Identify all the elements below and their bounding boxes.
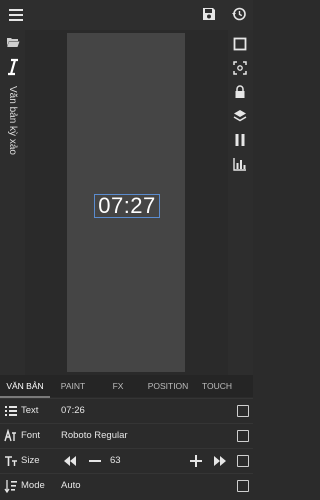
layer-title[interactable]: Văn bản kỳ xảo (3, 86, 21, 206)
fast-rewind-icon[interactable] (63, 455, 77, 467)
folder-open-icon[interactable] (6, 36, 20, 48)
layers-icon[interactable] (233, 109, 247, 123)
font-label: Font (21, 430, 41, 441)
text-italic-icon[interactable] (6, 58, 20, 76)
square-outline-icon[interactable] (233, 37, 247, 51)
focus-frame-icon[interactable] (233, 61, 247, 75)
top-toolbar (0, 0, 253, 30)
font-checkbox[interactable] (237, 430, 249, 442)
minus-icon[interactable] (88, 455, 102, 467)
property-row-font[interactable]: Font Roboto Regular (0, 423, 253, 448)
history-icon[interactable] (231, 6, 247, 22)
font-icon (4, 429, 16, 442)
tab-position[interactable]: POSITION (140, 375, 196, 397)
mode-checkbox[interactable] (237, 480, 249, 492)
tab-fx[interactable]: FX (96, 375, 140, 397)
left-rail: Văn bản kỳ xảo (0, 30, 25, 375)
preview-stage[interactable]: 07:27 (67, 33, 185, 372)
size-label: Size (21, 455, 40, 466)
size-checkbox[interactable] (237, 455, 249, 467)
fast-forward-icon[interactable] (213, 455, 227, 467)
save-icon[interactable] (201, 6, 217, 22)
right-rail (228, 30, 253, 375)
text-checkbox[interactable] (237, 405, 249, 417)
text-label: Text (21, 405, 39, 416)
text-size-icon (5, 456, 17, 466)
tab-van-ban[interactable]: VĂN BẢN (0, 375, 50, 397)
property-row-mode[interactable]: Mode Auto (0, 473, 253, 498)
font-value[interactable]: Roboto Regular (61, 424, 128, 448)
text-value[interactable]: 07:26 (61, 399, 85, 423)
menu-icon[interactable] (8, 8, 24, 22)
mode-value[interactable]: Auto (61, 474, 81, 498)
size-value[interactable]: 63 (110, 449, 121, 473)
plus-icon[interactable] (189, 454, 203, 468)
text-lines-icon (5, 406, 17, 416)
mode-label: Mode (21, 480, 45, 491)
pause-icon[interactable] (233, 133, 247, 147)
sort-mode-icon (4, 480, 17, 493)
property-row-text[interactable]: Text 07:26 (0, 398, 253, 423)
canvas-area: 07:27 (25, 30, 228, 375)
tab-bar: VĂN BẢN PAINT FX POSITION TOUCH (0, 375, 253, 398)
bar-chart-icon[interactable] (233, 157, 247, 171)
clock-text-element[interactable]: 07:27 (94, 193, 160, 218)
property-row-size[interactable]: Size 63 (0, 448, 253, 473)
lock-icon[interactable] (233, 85, 247, 99)
tab-touch[interactable]: TOUCH (196, 375, 238, 397)
tab-paint[interactable]: PAINT (50, 375, 96, 397)
